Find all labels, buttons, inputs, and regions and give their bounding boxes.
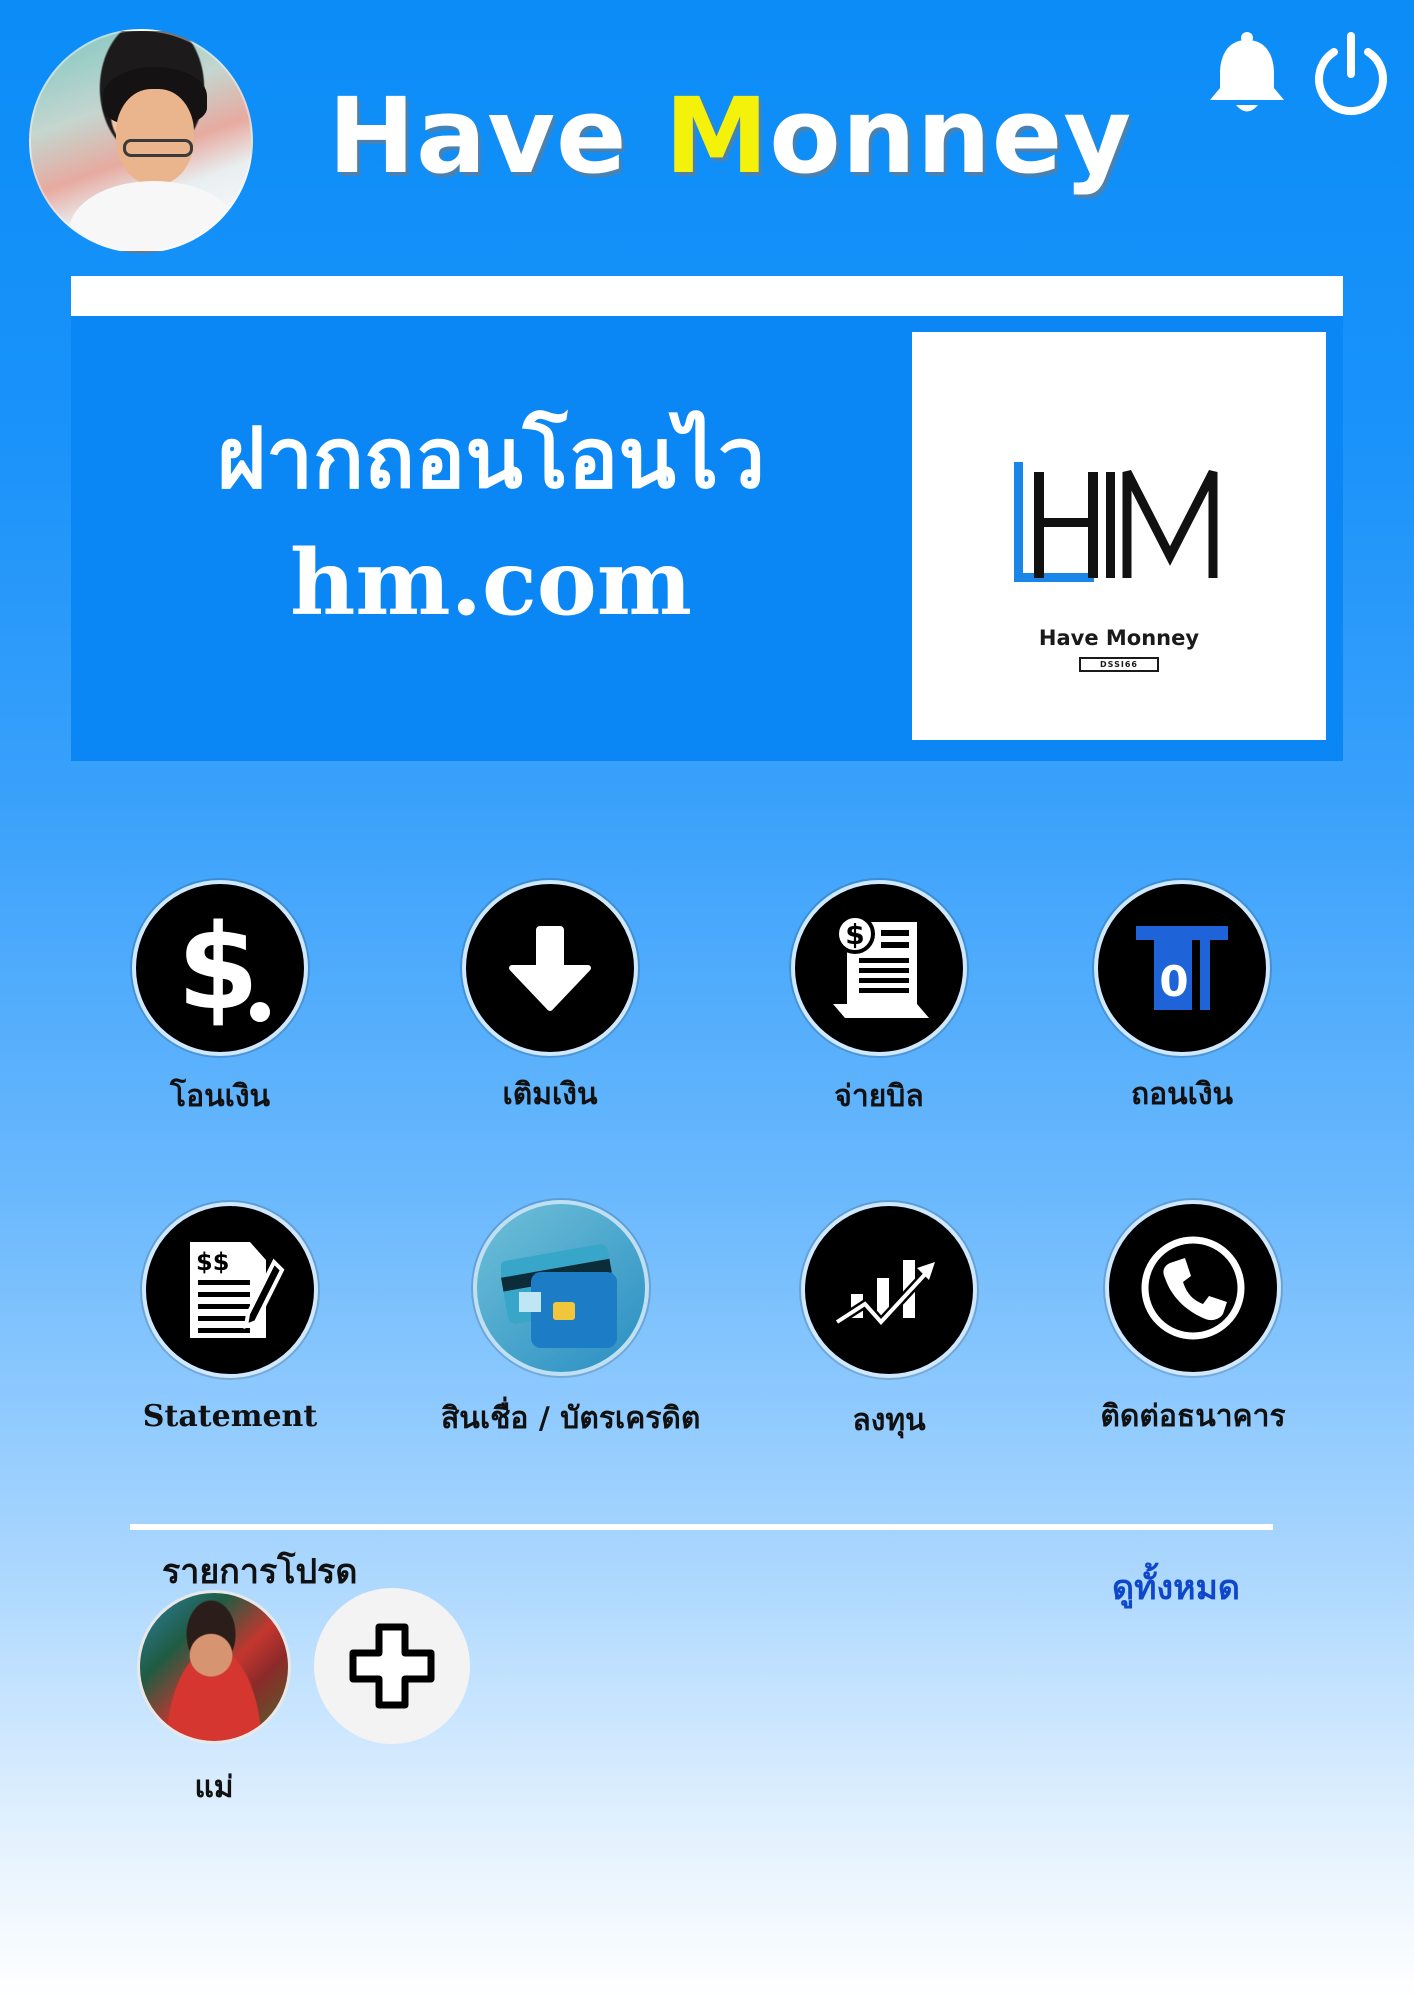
bell-icon[interactable] bbox=[1206, 30, 1288, 116]
plus-icon bbox=[349, 1623, 435, 1709]
hm-logo-mark bbox=[1014, 462, 1218, 582]
app-title-part2: onney bbox=[769, 75, 1133, 197]
avatar-glasses bbox=[123, 139, 193, 157]
favorite-contact-label[interactable]: แม่ bbox=[137, 1764, 291, 1811]
add-favorite-button[interactable] bbox=[314, 1588, 470, 1744]
service-label: จ่ายบิล bbox=[834, 1079, 924, 1114]
service-label: ติดต่อธนาคาร bbox=[1100, 1399, 1286, 1434]
bill-receipt-icon: $ bbox=[791, 880, 967, 1056]
service-label: ถอนเงิน bbox=[1130, 1077, 1234, 1112]
svg-text:$: $ bbox=[177, 908, 259, 1028]
svg-text:$$: $$ bbox=[196, 1248, 229, 1276]
service-label: โอนเงิน bbox=[169, 1079, 271, 1114]
svg-text:$: $ bbox=[845, 918, 864, 951]
profile-avatar[interactable] bbox=[29, 29, 253, 253]
app-title-part1: Have bbox=[328, 75, 665, 197]
view-all-link[interactable]: ดูทั้งหมด bbox=[1112, 1560, 1240, 1614]
favorites-divider bbox=[130, 1524, 1273, 1530]
promo-banner[interactable]: ฝากถอนโอนไว hm.com Have Monney DSSI66 bbox=[71, 316, 1343, 761]
logo-brand-name: Have Monney bbox=[1038, 626, 1200, 650]
service-label: สินเชื่อ / บัตรเครดิต bbox=[441, 1401, 701, 1436]
statement-document-icon: $$ bbox=[142, 1202, 318, 1378]
app-title-accent: M bbox=[664, 75, 770, 197]
favorites-title: รายการโปรด bbox=[162, 1552, 358, 1592]
logo-tagline: DSSI66 bbox=[1079, 657, 1159, 672]
service-label: เติมเงิน bbox=[502, 1077, 598, 1112]
avatar-face bbox=[116, 89, 194, 185]
service-label: ลงทุน bbox=[852, 1403, 926, 1438]
credit-card-icon bbox=[473, 1200, 649, 1376]
download-arrow-icon bbox=[462, 880, 638, 1056]
dollar-icon: $ bbox=[132, 880, 308, 1056]
phone-icon bbox=[1105, 1200, 1281, 1376]
atm-withdraw-icon: 0 bbox=[1094, 880, 1270, 1056]
brand-logo: Have Monney DSSI66 bbox=[912, 332, 1326, 740]
banner-top-bar bbox=[71, 276, 1343, 316]
avatar-shirt bbox=[69, 181, 239, 251]
svg-text:0: 0 bbox=[1159, 957, 1188, 1006]
power-icon[interactable] bbox=[1308, 30, 1394, 118]
investment-chart-icon bbox=[801, 1202, 977, 1378]
service-label: Statement bbox=[142, 1399, 318, 1434]
banner-headline: ฝากถอนโอนไว bbox=[216, 408, 766, 507]
banner-website: hm.com bbox=[289, 530, 693, 636]
favorite-contact-avatar[interactable] bbox=[137, 1590, 291, 1744]
app-title: Have Monney bbox=[328, 84, 1132, 188]
